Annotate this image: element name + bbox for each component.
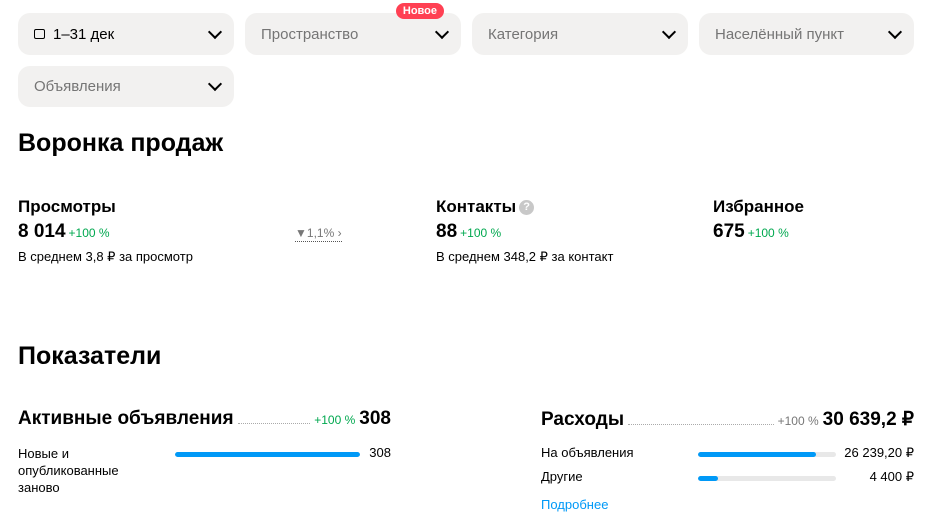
expenses-header: Расходы +100 % 30 639,2 ₽ [541, 408, 914, 431]
category-filter-label: Категория [488, 25, 559, 43]
expense-row-value: 26 239,20 ₽ [844, 445, 914, 460]
conversion-value: 1,1% [306, 226, 335, 240]
contacts-value: 88 [436, 221, 458, 242]
new-badge: Новое [395, 3, 444, 19]
help-icon[interactable]: ? [519, 200, 535, 215]
favorites-title: Избранное [713, 197, 804, 216]
chevron-down-icon [434, 24, 450, 39]
active-ads-change: +100 % [314, 413, 356, 427]
space-filter-label: Пространство [261, 25, 359, 43]
chevron-right-icon: › [337, 226, 342, 240]
indicators-title: Показатели [18, 342, 162, 370]
favorites-metric: Избранное 675 +100 % [713, 197, 804, 243]
views-change: +100 % [68, 226, 110, 240]
contacts-title: Контакты [436, 197, 517, 216]
favorites-value: 675 [713, 221, 745, 242]
contacts-change: +100 % [460, 226, 502, 240]
contacts-sub: В среднем 348,2 ₽ за контакт [436, 249, 614, 264]
ads-filter-label: Объявления [34, 78, 121, 95]
calendar-icon [34, 28, 45, 39]
active-row-value: 308 [369, 445, 391, 460]
date-filter-label: 1–31 дек [53, 25, 115, 43]
views-metric: Просмотры 8 014 +100 % В среднем 3,8 ₽ за… [18, 197, 193, 265]
views-title: Просмотры [18, 197, 116, 216]
locality-filter[interactable]: Населённый пункт [699, 13, 914, 55]
views-sub: В среднем 3,8 ₽ за просмотр [18, 249, 193, 264]
chevron-down-icon [207, 76, 223, 92]
date-filter[interactable]: 1–31 дек [18, 13, 234, 55]
active-row-label: Новые и опубликованные заново [18, 446, 119, 495]
category-filter[interactable]: Категория [472, 13, 688, 55]
chevron-down-icon [207, 24, 223, 39]
expenses-value: 30 639,2 ₽ [822, 409, 914, 430]
space-filter[interactable]: Пространство Новое [245, 3, 461, 55]
funnel-icon: ▼ [295, 226, 307, 240]
expense-row-label: На объявления [541, 445, 634, 460]
locality-filter-label: Населённый пункт [715, 25, 845, 43]
contacts-metric: Контакты? 88 +100 % В среднем 348,2 ₽ за … [436, 197, 613, 265]
chevron-down-icon [661, 24, 677, 39]
expenses-change: +100 % [777, 414, 819, 428]
expenses-title: Расходы [541, 409, 625, 430]
expense-row-label: Другие [541, 469, 583, 484]
more-link[interactable]: Подробнее [541, 497, 608, 512]
active-ads-header: Активные объявления +100 % 308 [18, 408, 391, 430]
active-ads-value: 308 [359, 408, 391, 429]
ads-filter[interactable]: Объявления [18, 66, 234, 107]
favorites-change: +100 % [747, 226, 789, 240]
expense-row-value: 4 400 ₽ [869, 469, 914, 484]
conversion-link[interactable]: ▼1,1% › [295, 226, 342, 242]
views-value: 8 014 [18, 221, 66, 242]
funnel-title: Воронка продаж [18, 129, 224, 157]
chevron-down-icon [887, 24, 903, 39]
active-ads-title: Активные объявления [18, 408, 234, 429]
